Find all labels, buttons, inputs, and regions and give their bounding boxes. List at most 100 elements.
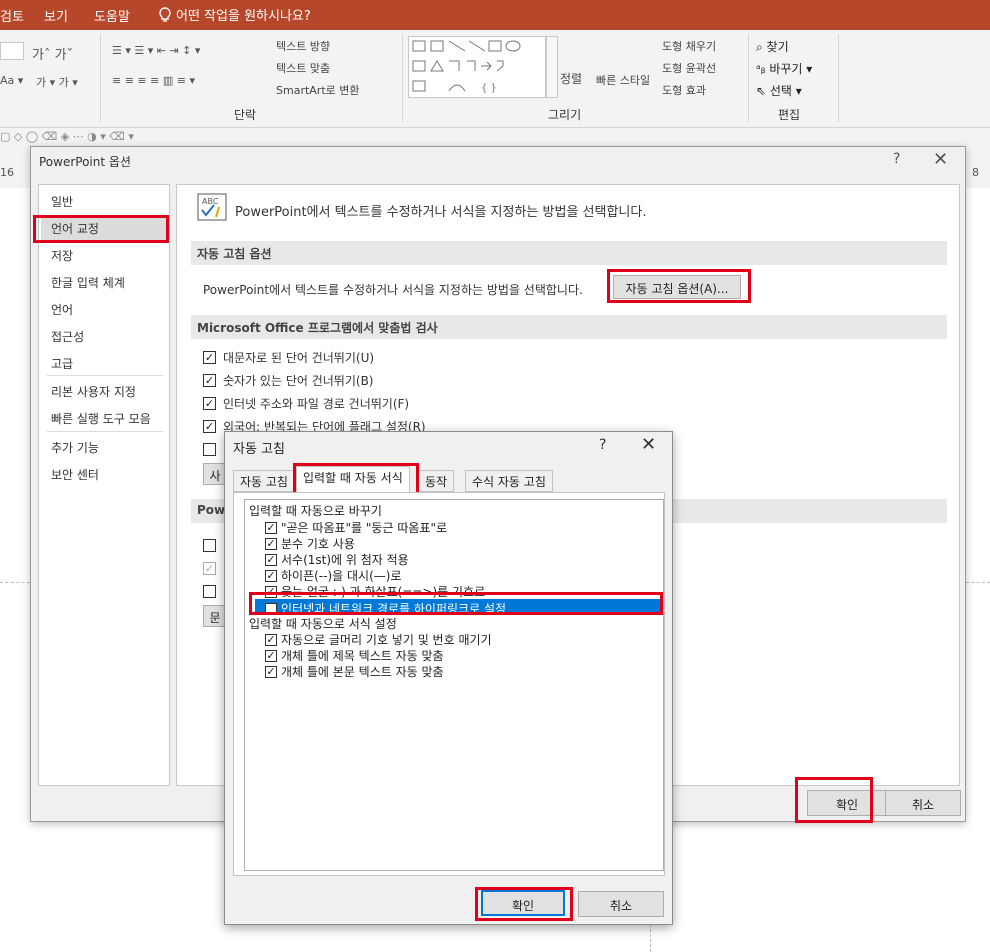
autocorrect-cancel-button[interactable]: 취소	[578, 891, 664, 917]
shape-outline-button[interactable]: 도형 윤곽선	[662, 60, 716, 76]
autocorrect-dialog: 자동 고침 ? ✕ 자동 고침 입력할 때 자동 서식 동작 수식 자동 고침 …	[224, 431, 673, 925]
option-ordinals[interactable]: ✓ 서수(1st)에 위 첨자 적용	[265, 551, 409, 568]
options-dialog-title: PowerPoint 옵션	[39, 155, 131, 169]
checkbox[interactable]: ✓	[265, 569, 277, 582]
checkbox[interactable]: ✓	[265, 553, 277, 566]
options-header-text: PowerPoint에서 텍스트를 수정하거나 서식을 지정하는 방법을 선택합…	[235, 205, 647, 220]
option-label: 분수 기호 사용	[281, 537, 355, 551]
checkbox[interactable]: ✓	[265, 665, 277, 678]
replace-label: 바꾸기	[769, 62, 803, 76]
option-fractions[interactable]: ✓ 분수 기호 사용	[265, 535, 355, 552]
option-autofit-body[interactable]: ✓ 개체 틀에 본문 텍스트 자동 맞춤	[265, 663, 444, 680]
tab-math-autocorrect[interactable]: 수식 자동 고침	[465, 470, 553, 492]
option-label: 자동으로 글머리 기호 넣기 및 번호 매기기	[281, 633, 492, 647]
nav-accessibility[interactable]: 접근성	[51, 328, 84, 345]
nav-korean-input[interactable]: 한글 입력 체계	[51, 274, 125, 291]
shapes-scroll[interactable]	[546, 36, 558, 98]
checkbox-ignore-internet[interactable]: ✓	[203, 397, 216, 410]
annotation-box-options-ok	[795, 777, 873, 823]
checkbox[interactable]: ✓	[265, 633, 277, 646]
select-button[interactable]: ⇖ 선택 ▾	[756, 82, 802, 99]
spelling-section-header: Microsoft Office 프로그램에서 맞춤법 검사	[191, 315, 947, 339]
options-cancel-button[interactable]: 취소	[885, 790, 961, 816]
font-color-icon[interactable]: 가 ▾ 가 ▾	[36, 74, 78, 90]
change-case-icon[interactable]: Aa ▾	[0, 74, 23, 87]
shape-effects-button[interactable]: 도형 효과	[662, 82, 706, 98]
checkbox-ppt-2[interactable]: ✓	[203, 562, 216, 575]
label-ignore-numbers: 숫자가 있는 단어 건너뛰기(B)	[223, 374, 374, 388]
find-icon: ⌕	[756, 40, 767, 54]
svg-text:ABC: ABC	[202, 197, 219, 206]
autocorrect-dialog-title: 자동 고침	[233, 442, 285, 457]
options-nav: 일반 언어 교정 저장 한글 입력 체계 언어 접근성 고급 리본 사용자 지정…	[38, 184, 170, 786]
nav-customize-ribbon[interactable]: 리본 사용자 지정	[51, 383, 136, 400]
align-icons[interactable]: ≡ ≡ ≡ ≡ ▥ ≡ ▾	[112, 74, 195, 87]
nav-quick-access-toolbar[interactable]: 빠른 실행 도구 모음	[51, 410, 151, 427]
checkbox-ignore-numbers[interactable]: ✓	[203, 374, 216, 387]
svg-text:{ }: { }	[481, 83, 497, 94]
paragraph-group-label: 단락	[234, 108, 257, 122]
bullets-icon[interactable]: ☰ ▾ ☰ ▾ ⇤ ⇥ ↕ ▾	[112, 44, 200, 57]
label-ignore-internet: 인터넷 주소와 파일 경로 건너뛰기(F)	[223, 397, 410, 411]
tab-actions[interactable]: 동작	[418, 470, 455, 492]
shape-fill-button[interactable]: 도형 채우기	[662, 38, 716, 54]
find-button[interactable]: ⌕ 찾기	[756, 38, 789, 55]
checkbox[interactable]: ✓	[265, 521, 277, 534]
checkbox[interactable]: ✓	[265, 649, 277, 662]
ruler-left-number: 16	[0, 166, 14, 179]
select-label: 선택	[769, 84, 792, 98]
autocorrect-description: PowerPoint에서 텍스트를 수정하거나 서식을 지정하는 방법을 선택합…	[203, 283, 583, 297]
nav-divider	[47, 431, 163, 432]
nav-language[interactable]: 언어	[51, 301, 73, 318]
find-label: 찾기	[766, 40, 789, 54]
menu-view[interactable]: 보기	[44, 6, 68, 25]
option-label: 하이픈(--)을 대시(—)로	[281, 569, 402, 583]
nav-advanced[interactable]: 고급	[51, 355, 73, 372]
align-text-button[interactable]: 텍스트 맞춤	[276, 60, 330, 76]
nav-trust-center[interactable]: 보안 센터	[51, 466, 99, 483]
menu-help[interactable]: 도움말	[94, 6, 130, 25]
checkbox-flag-repeated[interactable]: ✓	[203, 420, 216, 433]
editing-group-label: 편집	[778, 108, 801, 122]
font-size-dropdown[interactable]	[0, 42, 24, 60]
lightbulb-icon	[159, 6, 171, 22]
drawing-group-label: 그리기	[548, 108, 582, 122]
option-auto-bullets[interactable]: ✓ 자동으로 글머리 기호 넣기 및 번호 매기기	[265, 631, 492, 648]
checkbox-partial[interactable]	[203, 443, 216, 456]
quick-access-row: ▢ ◇ ◯ ⌫ ◈ ⋯ ◑ ▾ ⌫ ▾	[0, 128, 990, 148]
autoformat-options-list: 입력할 때 자동으로 바꾸기 ✓ "곧은 따옴표"를 "둥근 따옴표"로 ✓ 분수 …	[244, 499, 664, 871]
help-icon[interactable]: ?	[893, 151, 900, 167]
ruler-right-number: 8	[972, 166, 979, 179]
nav-add-ins[interactable]: 추가 기능	[51, 439, 99, 456]
group-format-as-you-type: 입력할 때 자동으로 서식 설정	[249, 617, 397, 631]
quick-styles-button[interactable]: 빠른 스타일	[596, 72, 650, 88]
tell-me-box[interactable]: 어떤 작업을 원하시나요?	[158, 5, 311, 24]
annotation-box-autocorrect-button	[607, 269, 751, 303]
grow-font-icon[interactable]: 가ˆ 가ˇ	[32, 44, 73, 63]
replace-button[interactable]: ᵃᵦ 바꾸기 ▾	[756, 60, 812, 77]
option-autofit-title[interactable]: ✓ 개체 틀에 제목 텍스트 자동 맞춤	[265, 647, 444, 664]
option-smart-quotes[interactable]: ✓ "곧은 따옴표"를 "둥근 따옴표"로	[265, 519, 447, 536]
option-hyphens-dash[interactable]: ✓ 하이픈(--)을 대시(—)로	[265, 567, 401, 584]
tab-autocorrect[interactable]: 자동 고침	[233, 470, 295, 492]
replace-icon: ᵃᵦ	[756, 62, 770, 76]
option-label: 개체 틀에 본문 텍스트 자동 맞춤	[281, 665, 444, 679]
close-icon[interactable]: ✕	[641, 434, 656, 455]
text-direction-button[interactable]: 텍스트 방향	[276, 38, 330, 54]
checkbox-ppt-1[interactable]	[203, 539, 216, 552]
checkbox-ignore-uppercase[interactable]: ✓	[203, 351, 216, 364]
nav-save[interactable]: 저장	[51, 247, 73, 264]
help-icon[interactable]: ?	[599, 437, 606, 453]
arrange-button[interactable]: 정렬	[560, 70, 582, 87]
checkbox[interactable]: ✓	[265, 537, 277, 550]
annotation-box-hyperlink-option	[249, 592, 663, 615]
shapes-gallery[interactable]: { }	[408, 36, 546, 98]
close-icon[interactable]: ✕	[933, 149, 948, 170]
qat-shape-icons[interactable]: ▢ ◇ ◯ ⌫ ◈ ⋯ ◑ ▾ ⌫ ▾	[0, 130, 134, 143]
menu-review[interactable]: 검토	[0, 6, 24, 25]
nav-general[interactable]: 일반	[51, 193, 73, 210]
option-label: 개체 틀에 제목 텍스트 자동 맞춤	[281, 649, 444, 663]
checkbox-ppt-3[interactable]	[203, 585, 216, 598]
smartart-button[interactable]: SmartArt로 변환	[276, 82, 360, 98]
label-ignore-uppercase: 대문자로 된 단어 건너뛰기(U)	[223, 351, 375, 365]
